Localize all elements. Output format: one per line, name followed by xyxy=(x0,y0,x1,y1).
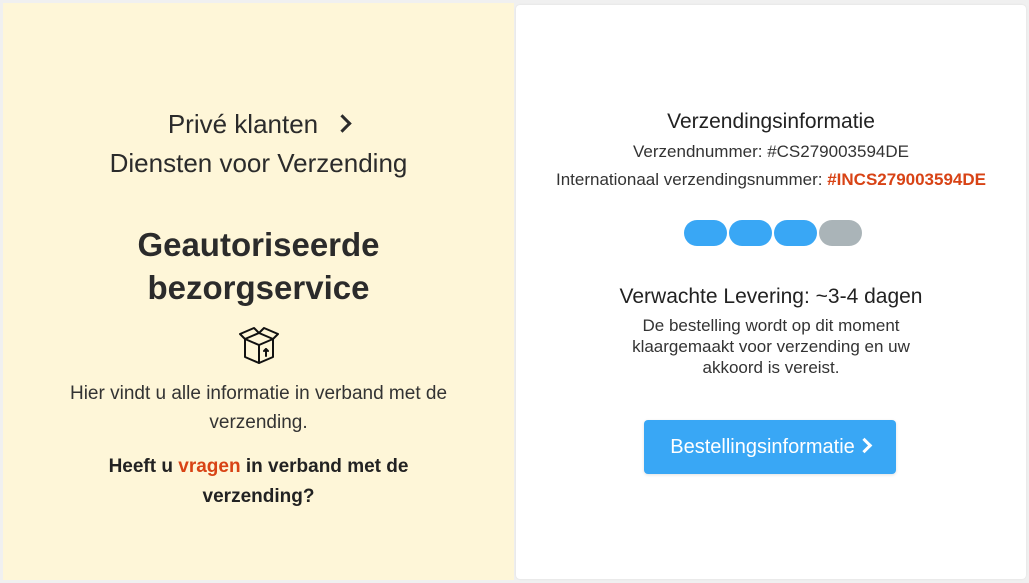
order-info-button-label: Bestellingsinformatie xyxy=(670,436,855,458)
left-panel: Privé klanten Diensten voor Verzending G… xyxy=(3,3,514,580)
page: Privé klanten Diensten voor Verzending G… xyxy=(0,0,1029,583)
shipping-card: Verzendingsinformatie Verzendnummer: #CS… xyxy=(516,5,1026,579)
shipping-number-value: #CS279003594DE xyxy=(767,142,909,161)
progress-step-complete xyxy=(774,220,817,246)
chevron-right-icon xyxy=(333,114,352,133)
shipping-number-line: Verzendnummer: #CS279003594DE xyxy=(516,141,1026,163)
shipping-title: Verzendingsinformatie xyxy=(667,110,875,133)
breadcrumb-item-prive-klanten[interactable]: Privé klanten xyxy=(168,109,318,139)
delivery-estimate: Verwachte Levering: ~3-4 dagen xyxy=(619,285,923,308)
progress-step-complete xyxy=(684,220,727,246)
chevron-right-icon xyxy=(856,437,873,454)
breadcrumb-item-diensten[interactable]: Diensten voor Verzending xyxy=(3,144,514,183)
intl-number-line: Internationaal verzendingsnummer: #INCS2… xyxy=(516,169,1026,191)
page-title-line-1: Geautoriseerde xyxy=(137,226,380,263)
question-text: Heeft u vragen in verband met de verzend… xyxy=(93,452,424,512)
questions-link[interactable]: vragen xyxy=(178,456,240,477)
progress-step-complete xyxy=(729,220,772,246)
intl-number-label: Internationaal verzendingsnummer: xyxy=(556,170,823,189)
breadcrumb-row-1: Privé klanten xyxy=(3,105,514,144)
page-title: Geautoriseerde bezorgservice xyxy=(3,223,514,309)
info-text: Hier vindt u alle informatie in verband … xyxy=(69,383,448,433)
intl-number-value: #INCS279003594DE xyxy=(827,170,986,189)
page-title-line-2: bezorgservice xyxy=(147,269,370,306)
delivery-description: De bestelling wordt op dit moment klaarg… xyxy=(632,316,910,377)
breadcrumb: Privé klanten Diensten voor Verzending xyxy=(3,105,514,183)
question-prefix: Heeft u xyxy=(108,456,179,477)
order-info-button[interactable]: Bestellingsinformatie xyxy=(644,420,896,474)
shipping-progress xyxy=(684,220,864,246)
shipping-number-label: Verzendnummer: xyxy=(633,142,763,161)
package-box-icon xyxy=(239,327,279,364)
progress-step-pending xyxy=(819,220,862,246)
